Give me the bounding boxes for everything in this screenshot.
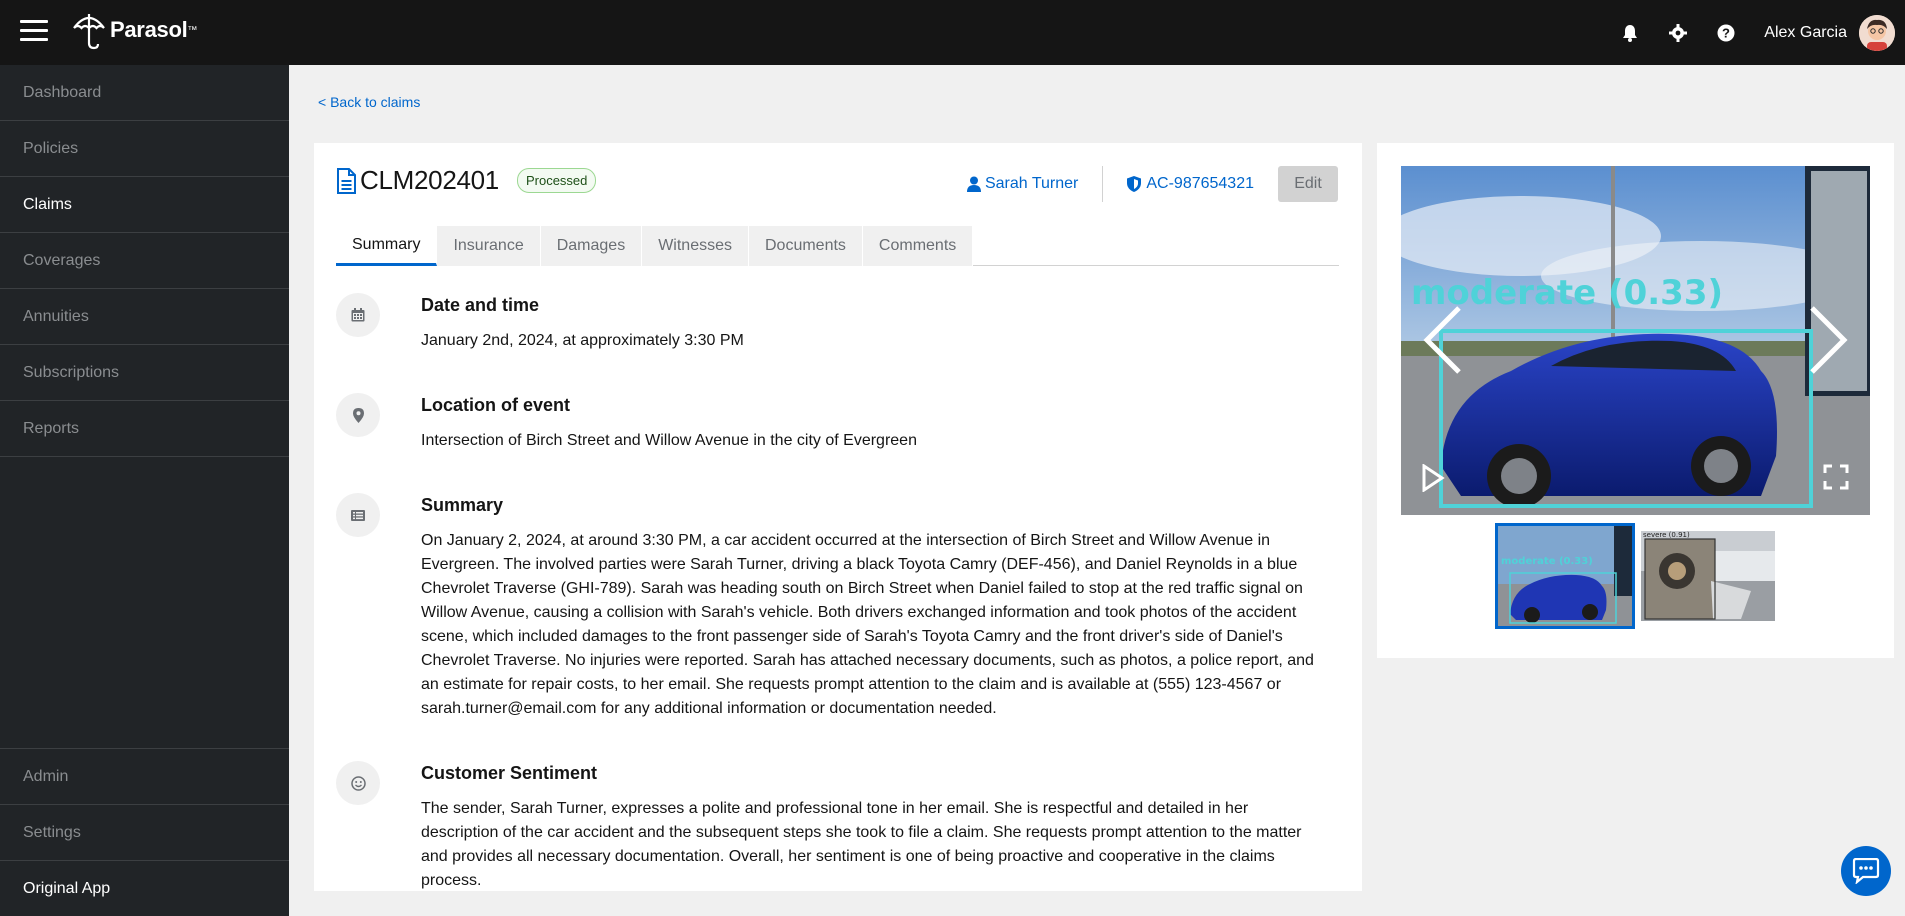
section-date-time: Date and time January 2nd, 2024, at appr… <box>336 293 1339 353</box>
summary-title: Summary <box>421 495 504 515</box>
section-summary: Summary On January 2, 2024, at around 3:… <box>336 493 1339 723</box>
summary-text: On January 2, 2024, at around 3:30 PM, a… <box>421 532 1314 717</box>
claim-card: CLM202401 Processed Sarah Turner AC-9876… <box>314 143 1362 891</box>
damage-photo-viewer[interactable]: moderate (0.33) <box>1401 166 1870 515</box>
chat-button[interactable] <box>1841 846 1891 896</box>
tab-comments[interactable]: Comments <box>862 226 974 266</box>
claim-id: CLM202401 <box>360 165 499 195</box>
thumbnail-strip: moderate (0.33) severe (0.91) <box>1495 523 1775 629</box>
user-icon <box>966 176 981 192</box>
sidebar-item-original-app[interactable]: Original App <box>0 860 289 916</box>
tab-documents[interactable]: Documents <box>749 226 863 266</box>
section-customer-sentiment: Customer Sentiment The sender, Sarah Tur… <box>336 761 1339 889</box>
chat-icon <box>1852 858 1880 884</box>
sentiment-text: The sender, Sarah Turner, expresses a po… <box>421 800 1302 889</box>
thumbnail-2[interactable]: severe (0.91) <box>1641 531 1775 621</box>
chevron-right-icon[interactable] <box>1806 304 1850 376</box>
policy-number: AC-987654321 <box>1146 175 1254 192</box>
user-name[interactable]: Alex Garcia <box>1764 24 1847 42</box>
sidebar-item-claims[interactable]: Claims <box>0 177 289 233</box>
sentiment-title: Customer Sentiment <box>421 763 598 783</box>
sidebar-item-annuities[interactable]: Annuities <box>0 289 289 345</box>
top-actions: ? Alex Garcia <box>1594 0 1905 65</box>
smiley-icon <box>336 761 380 805</box>
sidebar: Dashboard Policies Claims Coverages Annu… <box>0 65 289 916</box>
client-name: Sarah Turner <box>984 175 1079 192</box>
map-pin-icon <box>336 393 380 437</box>
client-link[interactable]: Sarah Turner <box>966 175 1079 193</box>
claim-tabs: Summary Insurance Damages Witnesses Docu… <box>336 226 1339 266</box>
umbrella-logo-icon <box>73 14 105 50</box>
date-time-value: January 2nd, 2024, at approximately 3:30… <box>421 332 744 349</box>
list-icon <box>336 493 380 537</box>
brand-trademark: ™ <box>187 24 198 36</box>
back-to-claims-link[interactable]: < Back to claims <box>318 94 420 110</box>
location-value: Intersection of Birch Street and Willow … <box>421 432 917 449</box>
policy-link[interactable]: AC-987654321 <box>1127 175 1254 193</box>
fullscreen-icon[interactable] <box>1823 464 1849 490</box>
help-icon[interactable]: ? <box>1714 21 1738 45</box>
sidebar-item-policies[interactable]: Policies <box>0 121 289 177</box>
sidebar-item-settings[interactable]: Settings <box>0 804 289 860</box>
calendar-icon <box>336 293 380 337</box>
section-location: Location of event Intersection of Birch … <box>336 393 1339 453</box>
sidebar-item-subscriptions[interactable]: Subscriptions <box>0 345 289 401</box>
brand-name: Parasol <box>110 17 188 42</box>
bell-icon[interactable] <box>1618 21 1642 45</box>
status-badge: Processed <box>516 168 597 193</box>
top-bar: Parasol ™ ? Alex Garcia <box>0 0 1905 65</box>
thumbnail-1[interactable]: moderate (0.33) <box>1495 523 1635 629</box>
image-gallery-card: moderate (0.33) moderate (0.33) severe (… <box>1377 143 1894 658</box>
hamburger-icon[interactable] <box>20 20 48 44</box>
claim-header: CLM202401 Processed <box>336 165 597 196</box>
thumbnail-2-label: severe (0.91) <box>1643 531 1690 539</box>
play-icon[interactable] <box>1421 464 1445 492</box>
tab-insurance[interactable]: Insurance <box>437 226 541 266</box>
gear-icon[interactable] <box>1666 21 1690 45</box>
tab-witnesses[interactable]: Witnesses <box>642 226 749 266</box>
shield-icon <box>1127 176 1142 192</box>
avatar[interactable] <box>1859 14 1895 51</box>
sidebar-bottom: Admin Settings Original App <box>0 748 289 916</box>
tab-summary[interactable]: Summary <box>336 226 438 266</box>
sidebar-item-dashboard[interactable]: Dashboard <box>0 65 289 121</box>
thumbnail-1-label: moderate (0.33) <box>1501 556 1593 567</box>
location-title: Location of event <box>421 395 571 415</box>
claim-header-actions: Sarah Turner AC-987654321 Edit <box>966 166 1338 202</box>
document-icon <box>337 167 356 194</box>
date-time-title: Date and time <box>421 295 540 315</box>
edit-button[interactable]: Edit <box>1278 166 1338 202</box>
brand-logo[interactable]: Parasol ™ <box>72 10 197 50</box>
sidebar-item-admin[interactable]: Admin <box>0 748 289 804</box>
sidebar-item-coverages[interactable]: Coverages <box>0 233 289 289</box>
header-divider <box>1102 166 1104 202</box>
chevron-left-icon[interactable] <box>1421 304 1465 376</box>
tab-damages[interactable]: Damages <box>540 226 643 266</box>
car-photo: moderate (0.33) <box>1401 166 1870 515</box>
svg-text:?: ? <box>1722 25 1730 40</box>
sidebar-item-reports[interactable]: Reports <box>0 401 289 457</box>
